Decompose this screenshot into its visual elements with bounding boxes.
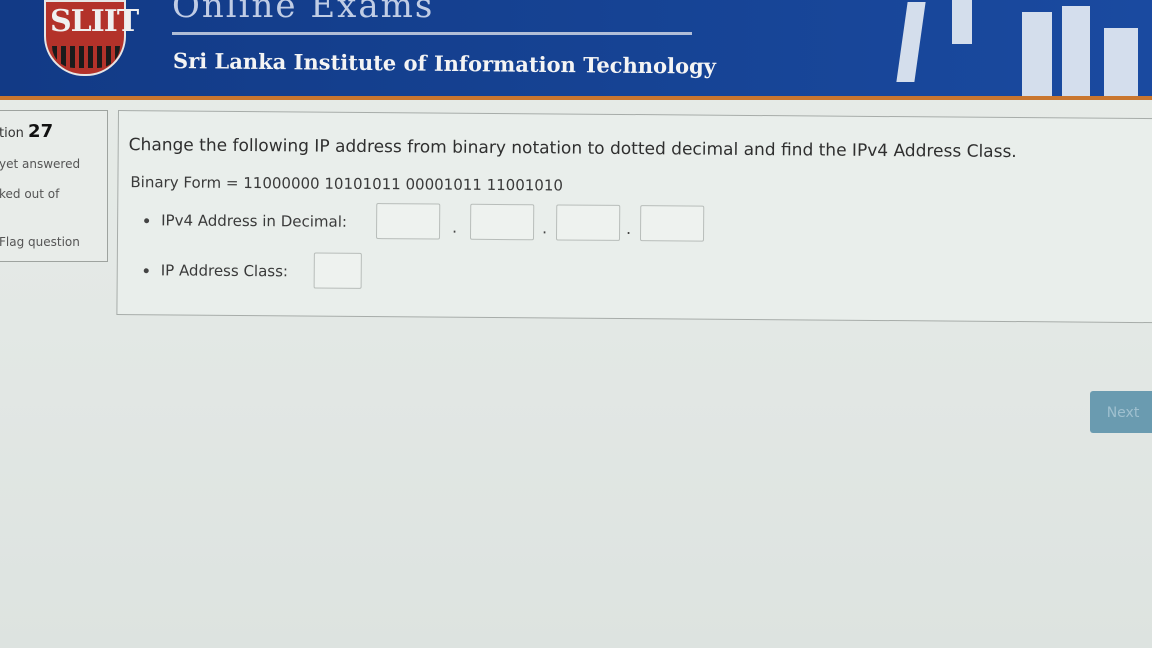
bullet-icon [143, 268, 149, 274]
header-divider [172, 32, 692, 35]
class-row: IP Address Class: [143, 261, 289, 281]
header-title: Online Exams [172, 0, 435, 26]
site-header: SLIIT Online Exams Sri Lanka Institute o… [0, 0, 1152, 100]
flag-question-link[interactable]: Flag question [0, 235, 80, 249]
institute-name: Sri Lanka Institute of Information Techn… [172, 48, 717, 79]
header-decor [1022, 12, 1052, 96]
ip-class-input[interactable] [313, 252, 362, 289]
sliit-logo: SLIIT [44, 0, 139, 76]
header-decor [1104, 28, 1138, 96]
decimal-label: IPv4 Address in Decimal: [161, 211, 348, 231]
question-text: Change the following IP address from bin… [128, 135, 1017, 163]
question-panel: Change the following IP address from bin… [116, 110, 1152, 324]
logo-emblem [52, 46, 120, 68]
bullet-icon [144, 218, 150, 224]
logo-text: SLIIT [50, 4, 139, 39]
question-label: tion [0, 126, 24, 141]
octet-separator: . [452, 217, 458, 237]
decimal-row: IPv4 Address in Decimal: [144, 211, 347, 231]
marks-info: ked out of [0, 187, 60, 201]
question-info-panel: tion 27 yet answered ked out of Flag que… [0, 110, 108, 262]
header-decor [952, 0, 972, 44]
next-button[interactable]: Next [1090, 391, 1152, 433]
octet-1-input[interactable] [375, 203, 441, 240]
octet-separator: . [542, 218, 548, 238]
octet-separator: . [626, 218, 632, 239]
answer-status: yet answered [0, 157, 81, 171]
question-number: tion 27 [0, 121, 53, 142]
octet-3-input[interactable] [555, 204, 621, 241]
class-label: IP Address Class: [160, 261, 289, 281]
octet-4-input[interactable] [639, 205, 705, 242]
header-decor [896, 2, 926, 82]
binary-form: Binary Form = 11000000 10101011 00001011… [130, 173, 564, 195]
header-decor [1062, 6, 1090, 96]
question-number-value: 27 [28, 121, 54, 142]
octet-2-input[interactable] [469, 203, 535, 241]
